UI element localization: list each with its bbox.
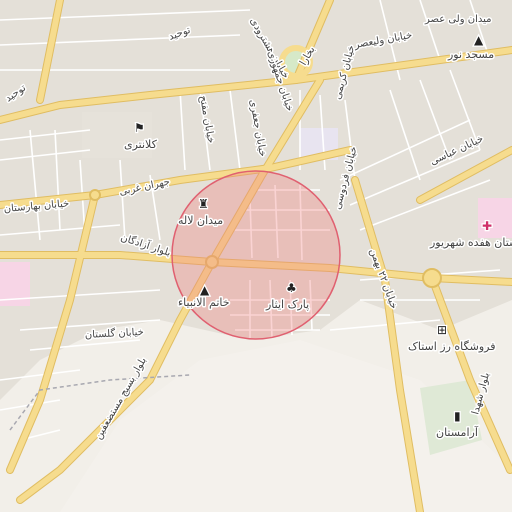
poi-label: کلانتری [124,138,158,151]
poi-label: فروشگاه رز استاک [408,340,495,353]
poi-label: مسجد نور [447,48,494,61]
poi-label: خاتم الانبیاء [178,296,230,309]
shopping-cart-icon: ⊞ [437,323,447,337]
road-label-vali-asr-square: میدان ولی عصر [424,14,491,25]
police-icon: ⚑ [134,121,145,135]
map-view[interactable]: توحید توحید خیابان ولیعصر میدان ولی عصر … [0,0,512,512]
poi-label: پارک ایثار [265,298,309,311]
map-canvas[interactable]: توحید توحید خیابان ولیعصر میدان ولی عصر … [0,0,512,512]
mosque-icon: ▲ [474,33,484,47]
mosque-icon: ▲ [200,283,210,297]
poi-label: میدان لاله [178,214,223,227]
tree-icon: ♣ [286,281,297,295]
monument-icon: ♜ [198,197,209,211]
cemetery-icon: ▮ [454,409,461,423]
poi-label: بیمارستان هفده شهریور [429,236,512,249]
hospital-icon: ✚ [482,219,492,233]
kalantari-area [82,112,152,158]
poi-label: آرامستان [436,425,479,439]
